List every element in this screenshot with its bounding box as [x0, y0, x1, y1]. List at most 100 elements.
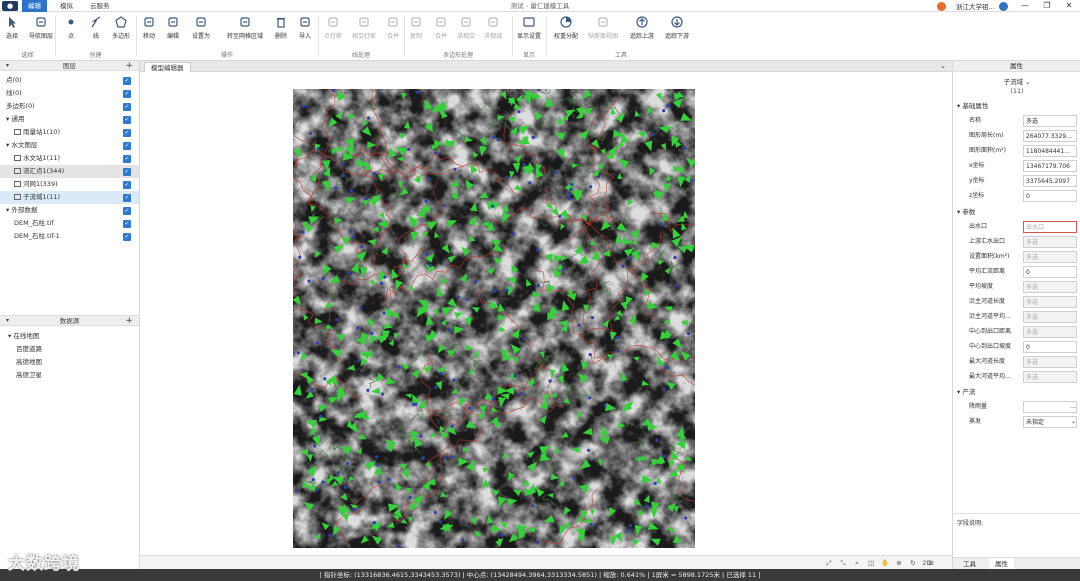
tab-simulate[interactable]: 模拟 — [54, 0, 79, 12]
zoom-extent-icon[interactable]: ⤢ — [824, 558, 834, 568]
layer-item[interactable]: DEM_石柱.tif ✓ — [0, 217, 139, 230]
datasource-item[interactable]: 高德卫星 — [16, 369, 42, 382]
close-button[interactable]: ✕ — [1058, 0, 1080, 12]
property-value-field[interactable]: 0 — [1023, 266, 1077, 278]
property-value-field[interactable]: 未指定 — [1023, 416, 1077, 428]
tool-swap-button[interactable]: 转至网格区域 — [227, 15, 263, 40]
tool-pie-button[interactable]: 权重分配 — [548, 15, 584, 40]
layer-item[interactable]: 子流域1(11) ✓ — [0, 191, 139, 204]
chevron-down-icon[interactable]: ⌄ — [940, 61, 946, 71]
feature-type-select[interactable]: 子流域 ⌄ — [953, 76, 1080, 86]
section-params[interactable]: ▾ 参数 — [957, 207, 975, 218]
collapse-icon[interactable]: ▾ — [6, 316, 9, 326]
property-value-field[interactable]: 13467179.706 — [1023, 160, 1077, 172]
datasource-item[interactable]: 高德地图 — [16, 356, 42, 369]
tool-set-as-button[interactable]: 设置为 — [183, 15, 219, 40]
property-value-field[interactable]: 3375645.2097 — [1023, 175, 1077, 187]
junction-point — [577, 323, 581, 327]
restore-button[interactable]: ❐ — [1036, 0, 1058, 12]
refresh-icon[interactable]: ↻ — [908, 558, 918, 568]
ellipsis-button[interactable]: … — [1070, 401, 1076, 413]
property-value-field[interactable]: 多选 — [1023, 311, 1077, 323]
layer-item[interactable]: DEM_石柱.tif-1 ✓ — [0, 230, 139, 243]
tool-upstream-button[interactable]: 追踪上游 — [624, 15, 660, 40]
layer-item[interactable]: 水文站1(11) ✓ — [0, 152, 139, 165]
junction-point — [500, 533, 504, 537]
layer-visibility-checkbox[interactable]: ✓ — [123, 194, 131, 202]
collapse-icon[interactable]: ▾ — [6, 61, 9, 71]
tool-profile-button[interactable]: 纵断面视图 — [585, 15, 621, 40]
property-value-field[interactable]: 1180484441… — [1023, 145, 1077, 157]
layers-panel: ▾ 图层 + 点(0) ✓ 线(0) ✓ 多边形(0) ✓ ▾ 通用 ✓ 雨量站1(10) ✓ ▾ … — [0, 61, 140, 315]
layer-visibility-checkbox[interactable]: ✓ — [123, 129, 131, 137]
layer-visibility-checkbox[interactable]: ✓ — [123, 103, 131, 111]
layer-view-icon[interactable]: ◫ — [866, 558, 876, 568]
property-value-field[interactable]: 多选 — [1023, 281, 1077, 293]
property-row: 中心到出口坡度 0 — [967, 340, 1079, 354]
junction-point — [589, 522, 593, 527]
property-value-field[interactable]: 多选 — [1023, 296, 1077, 308]
property-value-field[interactable]: 多选 — [1023, 236, 1077, 248]
layer-visibility-checkbox[interactable]: ✓ — [123, 90, 131, 98]
datasource-item[interactable]: 百度道路 — [16, 343, 42, 356]
tab-cloud[interactable]: 云服务 — [84, 0, 116, 12]
datasource-root[interactable]: ▾ 在线地图 — [8, 330, 39, 343]
junction-point — [433, 510, 437, 514]
pan-icon[interactable]: ✋ — [880, 558, 890, 568]
layer-visibility-checkbox[interactable]: ✓ — [123, 142, 131, 150]
notification-icon[interactable] — [937, 1, 946, 11]
layer-item-label: 水文站1(11) — [23, 154, 60, 162]
layer-visibility-checkbox[interactable]: ✓ — [123, 181, 131, 189]
property-value-field[interactable]: 多选 — [1023, 371, 1077, 383]
junction-point — [603, 403, 607, 407]
layer-visibility-checkbox[interactable]: ✓ — [123, 155, 131, 163]
layer-item[interactable]: ▾ 水文图层 ✓ — [0, 139, 139, 152]
layer-visibility-checkbox[interactable]: ✓ — [123, 207, 131, 215]
property-value-field[interactable]: 出水口 — [1023, 221, 1077, 233]
grid-icon[interactable]: ⊞ — [926, 558, 936, 568]
property-value-field[interactable]: 0 — [1023, 341, 1077, 353]
layer-item[interactable]: 雨量站1(10) ✓ — [0, 126, 139, 139]
section-basic[interactable]: ▾ 基础属性 — [957, 101, 988, 112]
minimize-button[interactable]: — — [1014, 0, 1036, 12]
dem-map-canvas[interactable] — [293, 89, 695, 548]
layer-visibility-checkbox[interactable]: ✓ — [123, 233, 131, 241]
layer-item[interactable]: 流汇点1(344) ✓ — [0, 165, 139, 178]
layer-item[interactable]: 线(0) ✓ — [0, 87, 139, 100]
layer-item[interactable]: 点(0) ✓ — [0, 74, 139, 87]
zoom-search-icon[interactable]: ⌕ — [852, 558, 862, 568]
user-name[interactable]: 浙江大学祖… — [956, 1, 995, 11]
layer-visibility-checkbox[interactable]: ✓ — [123, 220, 131, 228]
tool-display-button[interactable]: 显示设置 — [511, 15, 547, 40]
layer-visibility-checkbox[interactable]: ✓ — [123, 116, 131, 124]
layer-item[interactable]: ▾ 通用 ✓ — [0, 113, 139, 126]
zoom-fit-icon[interactable]: ⤡ — [838, 558, 848, 568]
tool-subtract-button[interactable]: 求相减 — [475, 15, 511, 40]
app-logo-icon[interactable]: ● — [2, 1, 18, 11]
layer-visibility-checkbox[interactable]: ✓ — [123, 77, 131, 85]
property-value-field[interactable]: 多选 — [1023, 326, 1077, 338]
section-runoff[interactable]: ▾ 产流 — [957, 387, 975, 398]
tab-edit[interactable]: 编辑 — [22, 0, 47, 12]
tab-model-editor[interactable]: 模型编辑器 — [144, 62, 191, 72]
layer-visibility-checkbox[interactable]: ✓ — [123, 168, 131, 176]
layer-item[interactable]: 多边形(0) ✓ — [0, 100, 139, 113]
layer-item[interactable]: 河网1(339) ✓ — [0, 178, 139, 191]
property-value-field[interactable] — [1023, 401, 1077, 413]
tool-downstream-button[interactable]: 追踪下游 — [659, 15, 695, 40]
property-value-field[interactable]: 0 — [1023, 190, 1077, 202]
move-icon — [144, 17, 154, 27]
add-layer-button[interactable]: + — [125, 61, 133, 71]
property-value-field[interactable]: 264077.3329… — [1023, 130, 1077, 142]
property-value-field[interactable]: 多选 — [1023, 115, 1077, 127]
layer-item[interactable]: ▾ 外部数据 ✓ — [0, 204, 139, 217]
junction-point — [674, 284, 678, 288]
zoom-in-icon[interactable]: ⊕ — [894, 558, 904, 568]
property-value-field[interactable]: 多选 — [1023, 356, 1077, 368]
add-datasource-button[interactable]: + — [125, 316, 133, 326]
map-view[interactable] — [140, 72, 952, 555]
avatar[interactable] — [999, 1, 1008, 11]
property-value-field[interactable]: 多选 — [1023, 251, 1077, 263]
chevron-down-icon[interactable]: ⌄ — [1071, 416, 1076, 428]
junction-point — [397, 544, 401, 548]
